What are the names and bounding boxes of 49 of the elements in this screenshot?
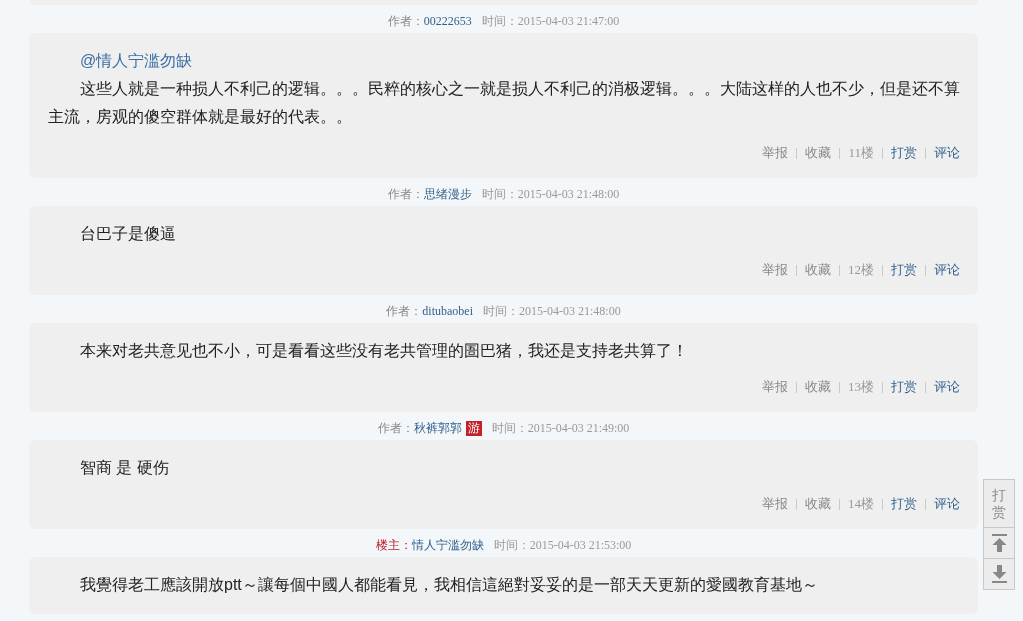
post-time: 2015-04-03 21:48:00 [519,303,621,320]
action-link[interactable]: 打赏 [891,143,917,163]
action-link[interactable]: 举报 [762,143,789,163]
post-time: 2015-04-03 21:53:00 [529,537,632,554]
up-arrow-icon [991,534,1007,552]
floor-number: 13楼 [848,378,874,396]
action-link[interactable]: 举报 [762,494,788,514]
mention-link[interactable]: @情人宁滥勿缺 [80,52,193,69]
owner-label: 楼主： [375,537,412,554]
author-label: 作者： [377,420,414,437]
time-label: 时间： [493,537,530,554]
action-link[interactable]: 举报 [762,260,788,280]
author-label: 作者： [387,186,424,203]
action-link[interactable]: 打赏 [891,260,917,280]
action-link[interactable]: 收藏 [805,260,831,280]
time-label: 时间： [481,13,518,30]
author-link[interactable]: 00222653 [423,12,472,30]
action-link[interactable]: 评论 [934,377,960,397]
post-time: 2015-04-03 21:48:00 [517,186,620,203]
post-text: 这些人就是一种损人不利己的逻辑。。。民粹的核心之一就是损人不利己的消极逻辑。。。大陆这样的人也不少，但是还不算主流，房观的傻空群体就是最好的代表。。 [48,79,960,127]
action-link[interactable]: 收藏 [805,377,831,397]
time-label: 时间： [491,420,528,437]
author-link[interactable]: 思绪漫步 [423,185,472,203]
post-time: 2015-04-03 21:47:00 [517,13,620,30]
author-link[interactable]: 情人宁滥勿缺 [411,536,484,554]
action-link[interactable]: 打赏 [891,377,917,397]
action-link[interactable]: 收藏 [805,143,832,163]
action-link[interactable]: 评论 [934,494,960,514]
post-time: 2015-04-03 21:49:00 [527,420,630,437]
post-text: 我覺得老工應該開放ptt～讓每個中國人都能看見，我相信這絕對妥妥的是一部天天更新的愛國教育基地～ [79,575,819,595]
down-arrow-icon [991,565,1007,583]
author-link[interactable]: ditubaobei [422,302,473,320]
post-text: 智商 是 硬伤 [79,458,170,478]
action-link[interactable]: 评论 [934,143,960,163]
action-link[interactable]: 评论 [934,260,960,280]
time-label: 时间： [481,186,518,203]
guest-badge: 游 [465,420,482,436]
floor-number: 12楼 [848,261,874,279]
floor-number: 11楼 [848,144,874,162]
author-link[interactable]: 秋裤郭郭 [413,419,462,437]
action-link[interactable]: 打赏 [891,494,917,514]
author-label: 作者： [386,303,423,320]
post-text: 本来对老共意见也不小，可是看看这些没有老共管理的圄巴猪，我还是支持老共算了！ [79,341,689,361]
post-text: 台巴子是傻逼 [79,224,177,244]
time-label: 时间： [483,303,519,320]
action-link[interactable]: 举报 [762,377,788,397]
action-link[interactable]: 收藏 [805,494,831,514]
floor-number: 14楼 [848,495,874,513]
author-label: 作者： [387,13,424,30]
